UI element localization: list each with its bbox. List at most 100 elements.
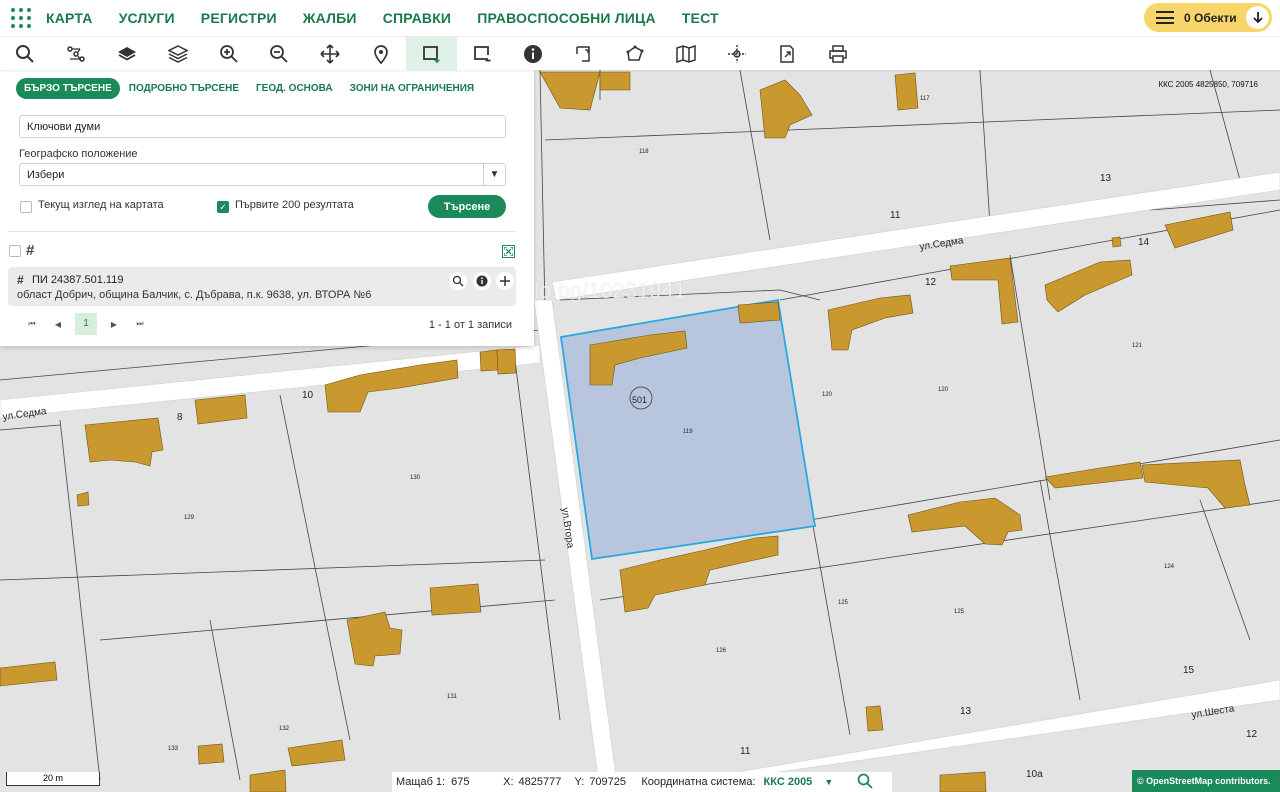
parcel-id: 129: [184, 515, 195, 521]
nav-item-karta[interactable]: КАРТА: [46, 10, 93, 26]
tab-quick-search[interactable]: БЪРЗО ТЪРСЕНЕ: [16, 78, 120, 99]
watermark: alo.bg/10231941: [522, 278, 686, 303]
layers-tool[interactable]: [152, 37, 203, 71]
crs-coordinates: ККС 2005 4825850, 709716: [1158, 80, 1258, 89]
geo-position-select[interactable]: Избери ▼: [19, 163, 506, 186]
chevron-down-icon[interactable]: ▼: [824, 777, 833, 787]
house-number: 10: [302, 390, 314, 401]
select-rectangle-icon: [422, 45, 440, 63]
layer-icon: [117, 46, 136, 61]
y-value: 709725: [589, 776, 627, 788]
y-label: Y:: [574, 776, 585, 788]
apps-grid-icon[interactable]: [10, 7, 32, 29]
house-number: 11: [740, 746, 751, 757]
prev-page-icon[interactable]: ◀: [45, 320, 71, 329]
pager: ⏮ ◀ 1 ▶ ⏭: [19, 313, 153, 335]
parcel-id: 117: [920, 96, 930, 102]
print-icon: [829, 44, 847, 63]
app: КАРТА УСЛУГИ РЕГИСТРИ ЖАЛБИ СПРАВКИ ПРАВ…: [0, 0, 1280, 792]
result-info-icon[interactable]: [473, 272, 491, 290]
polygon-tool[interactable]: [610, 37, 661, 71]
search-button[interactable]: Търсене: [428, 195, 506, 218]
status-bar: Мащаб 1: 675 X: 4825777 Y: 709725 Коорди…: [392, 772, 892, 792]
parcel-id: 125: [838, 600, 849, 606]
nav-item-pravosposobni[interactable]: ПРАВОСПОСОБНИ ЛИЦА: [477, 10, 656, 26]
nav-item-uslugi[interactable]: УСЛУГИ: [119, 10, 175, 26]
measure-area-tool[interactable]: [559, 37, 610, 71]
parcel-number-label: 501: [632, 395, 647, 405]
parcel-id: 133: [168, 746, 179, 752]
house-number: 14: [1138, 237, 1150, 248]
parcel-id: 132: [279, 726, 290, 732]
zoom-in-tool[interactable]: [203, 37, 254, 71]
crs-value[interactable]: ККС 2005: [764, 776, 813, 788]
parcel-id: 121: [1132, 343, 1143, 349]
pan-tool[interactable]: [305, 37, 356, 71]
objects-count: 0 Обекти: [1184, 10, 1237, 25]
current-view-label: Текущ изглед на картата: [38, 199, 164, 211]
first-page-icon[interactable]: ⏮: [19, 319, 45, 329]
parcel-id: 130: [410, 475, 421, 481]
parcel-id: 124: [1164, 564, 1175, 570]
nav-item-spravki[interactable]: СПРАВКИ: [383, 10, 452, 26]
geo-position-value: Избери: [27, 169, 65, 181]
first-200-checkbox[interactable]: ✓: [217, 201, 229, 213]
coordinate-icon: [727, 44, 746, 63]
chevron-down-icon[interactable]: ▼: [483, 164, 505, 185]
menu-icon: [1156, 11, 1174, 24]
current-view-checkbox[interactable]: [20, 201, 32, 213]
parcel-id: 125: [954, 609, 965, 615]
result-zoom-icon[interactable]: [449, 272, 467, 290]
parcel-id: 120: [938, 387, 949, 393]
tab-detailed-search[interactable]: ПОДРОБНО ТЪРСЕНЕ: [129, 83, 239, 94]
download-arrow-icon[interactable]: [1246, 6, 1269, 29]
result-add-icon[interactable]: [496, 272, 514, 290]
export-tool[interactable]: [762, 37, 813, 71]
x-label: X:: [503, 776, 514, 788]
layers-icon: [167, 44, 188, 63]
search-icon: [16, 44, 35, 63]
map-tool[interactable]: [660, 37, 711, 71]
result-address: област Добрич, община Балчик, с. Дъбрава…: [17, 289, 372, 301]
house-number: 12: [925, 277, 937, 288]
pan-icon: [320, 43, 340, 64]
crs-label: Координатна система:: [641, 776, 756, 788]
tab-restriction-zones[interactable]: ЗОНИ НА ОГРАНИЧЕНИЯ: [350, 83, 474, 94]
x-value: 4825777: [518, 776, 562, 788]
search-result-item[interactable]: # ПИ 24387.501.119 област Добрич, община…: [8, 267, 516, 306]
osm-attribution[interactable]: © OpenStreetMap contributors.: [1132, 770, 1280, 792]
tab-geod-base[interactable]: ГЕОД. ОСНОВА: [256, 83, 333, 94]
map-toolbar: [0, 36, 1280, 71]
parcel-id: 118: [639, 149, 649, 155]
parcel-hash-icon: #: [26, 242, 35, 259]
next-page-icon[interactable]: ▶: [101, 320, 127, 329]
house-number: 13: [1100, 173, 1112, 184]
print-tool[interactable]: [813, 37, 864, 71]
keywords-input[interactable]: Ключови думи: [19, 115, 506, 138]
layer-tool[interactable]: [102, 37, 153, 71]
location-pin-icon: [374, 44, 388, 64]
info-tool[interactable]: [508, 37, 559, 71]
zoom-to-extent-icon[interactable]: [502, 245, 515, 258]
nav-item-zhalbi[interactable]: ЖАЛБИ: [303, 10, 357, 26]
nav-item-test[interactable]: ТЕСТ: [682, 10, 719, 26]
location-tool[interactable]: [356, 37, 407, 71]
top-nav: КАРТА УСЛУГИ РЕГИСТРИ ЖАЛБИ СПРАВКИ ПРАВ…: [0, 0, 1280, 36]
measure-area-icon: [576, 45, 590, 62]
scale-value[interactable]: 675: [451, 776, 503, 788]
select-all-checkbox[interactable]: [9, 245, 21, 257]
parcel-hash-icon: #: [17, 273, 24, 287]
coordinate-tool[interactable]: [711, 37, 762, 71]
nav-item-registri[interactable]: РЕГИСТРИ: [201, 10, 277, 26]
export-icon: [780, 44, 795, 63]
coord-search-icon[interactable]: [857, 773, 873, 792]
deselect-rectangle-tool[interactable]: [457, 37, 508, 71]
last-page-icon[interactable]: ⏭: [127, 319, 153, 329]
current-page[interactable]: 1: [75, 313, 97, 335]
objects-button[interactable]: 0 Обекти: [1144, 3, 1272, 32]
zoom-out-tool[interactable]: [254, 37, 305, 71]
search-tool[interactable]: [0, 37, 51, 71]
route-tool[interactable]: [51, 37, 102, 71]
select-rectangle-tool[interactable]: [406, 36, 458, 71]
result-title: ПИ 24387.501.119: [32, 274, 124, 286]
